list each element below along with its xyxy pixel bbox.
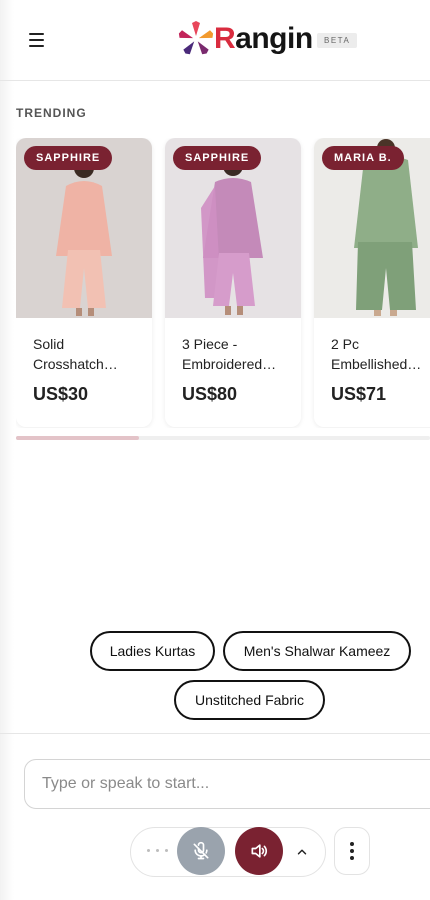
menu-icon[interactable] xyxy=(22,26,50,54)
carousel-scroll-thumb[interactable] xyxy=(16,436,139,440)
product-card[interactable]: SAPPHIRE 3 Piece - Embroidered… US$80 xyxy=(165,138,301,427)
product-price: US$30 xyxy=(33,384,89,404)
left-edge-shadow xyxy=(0,0,14,900)
product-card[interactable]: MARIA B. 2 Pc Embellished… US$71 xyxy=(314,138,430,427)
audio-level-indicator xyxy=(147,849,168,852)
product-name: 3 Piece - Embroidered… xyxy=(182,334,292,374)
speaker-toggle-button[interactable] xyxy=(235,827,283,875)
mic-off-icon xyxy=(193,841,209,860)
product-name: 2 Pc Embellished… xyxy=(331,334,430,374)
mic-toggle-button[interactable] xyxy=(177,827,225,875)
brand-badge: MARIA B. xyxy=(322,146,404,170)
product-name-line: Embellished… xyxy=(331,356,422,372)
brand-name: Rangin xyxy=(214,22,313,55)
suggestion-chip[interactable]: Unstitched Fabric xyxy=(174,680,325,720)
suggestion-chip[interactable]: Men's Shalwar Kameez xyxy=(223,631,411,671)
beta-badge: BETA xyxy=(317,33,358,48)
trending-carousel[interactable]: SAPPHIRE Solid Crosshatch… US$30 SAPPHIR… xyxy=(16,138,430,428)
brand-badge: SAPPHIRE xyxy=(24,146,113,170)
brand-logo[interactable]: Rangin xyxy=(178,19,313,59)
logo-flower-icon xyxy=(178,21,214,55)
trending-heading: TRENDING xyxy=(16,106,87,120)
product-price: US$80 xyxy=(182,384,238,404)
speaker-icon xyxy=(251,844,267,858)
product-price: US$71 xyxy=(331,384,387,404)
product-name-line: 3 Piece - xyxy=(182,336,238,352)
message-input[interactable] xyxy=(24,759,430,809)
product-card[interactable]: SAPPHIRE Solid Crosshatch… US$30 xyxy=(16,138,152,427)
product-name-line: Crosshatch… xyxy=(33,356,118,372)
product-name-line: Solid xyxy=(33,336,65,352)
suggestion-chip[interactable]: Ladies Kurtas xyxy=(90,631,215,671)
more-vertical-icon[interactable] xyxy=(334,827,370,875)
chevron-up-icon xyxy=(297,849,307,855)
expand-controls-button[interactable] xyxy=(289,839,315,865)
composer-divider xyxy=(0,733,430,734)
product-name-line: 2 Pc xyxy=(331,336,360,352)
product-name: Solid Crosshatch… xyxy=(33,334,143,374)
product-name-line: Embroidered… xyxy=(182,356,277,372)
brand-badge: SAPPHIRE xyxy=(173,146,262,170)
app-header: Rangin BETA xyxy=(0,0,430,81)
